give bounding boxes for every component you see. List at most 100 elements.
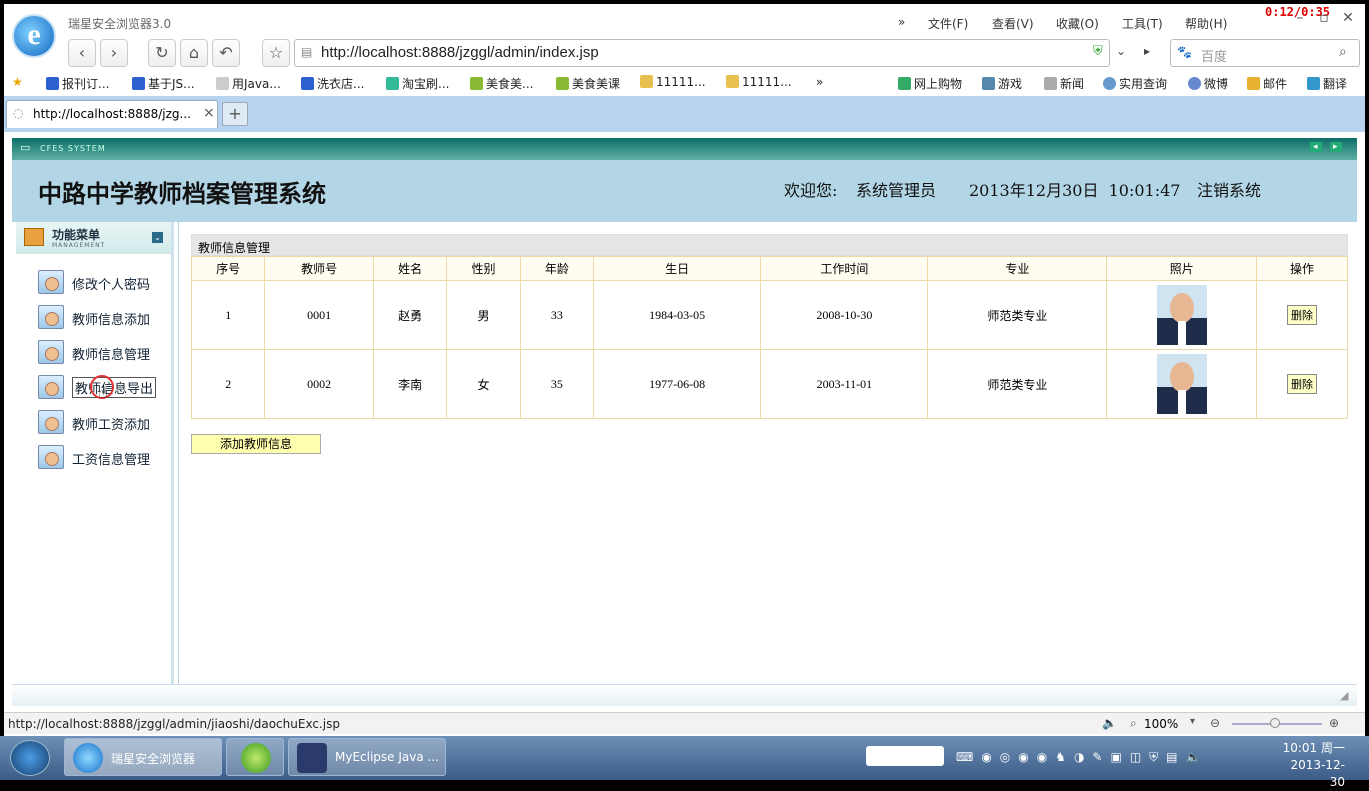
system-tray-icons[interactable]: ⌨◉◎◉◉♞◑✎▣◫⛨▤🔈 <box>956 750 1256 766</box>
navigation-bar: ‹ › ↻ ⌂ ↶ ☆ ▤ http://localhost:8888/jzgg… <box>4 36 1365 70</box>
speaker-icon[interactable]: 🔈 <box>1102 716 1117 730</box>
home-icon[interactable]: ⌂ <box>180 39 208 67</box>
user-card-icon <box>38 270 64 294</box>
collapse-icon[interactable]: ⌄ <box>152 232 163 243</box>
cell-work-date: 2003-11-01 <box>760 349 929 419</box>
paw-icon <box>301 77 314 90</box>
cell-teacher-id: 0001 <box>264 280 374 350</box>
col-name: 姓名 <box>372 256 448 281</box>
game-icon <box>982 77 995 90</box>
bookmark-item[interactable]: 洗衣店... <box>301 75 364 92</box>
favorite-star-icon[interactable]: ☆ <box>262 39 290 67</box>
sidebar-item-teacher-manage[interactable]: 教师信息管理 <box>38 338 168 366</box>
user-card-icon <box>38 375 64 399</box>
cell-age: 33 <box>519 280 595 350</box>
back-icon[interactable]: ‹ <box>68 39 96 67</box>
clock[interactable]: 10:01 周一 2013-12-30 <box>1279 740 1345 791</box>
menu-help[interactable]: 帮助(H) <box>1185 15 1227 32</box>
zoom-slider-thumb[interactable] <box>1270 718 1280 728</box>
scroll-left-icon[interactable]: ◂ <box>1310 142 1322 152</box>
sidebar-header: 功能菜单 MANAGEMENT ⌄ <box>16 222 171 254</box>
user-card-icon <box>38 410 64 434</box>
bookmark-item[interactable]: 美食美课 <box>556 75 620 92</box>
cell-name: 李南 <box>372 349 448 419</box>
zoom-level[interactable]: 100% <box>1144 717 1178 731</box>
bookmark-item[interactable]: 11111... <box>640 75 706 89</box>
bookmark-item[interactable]: 11111... <box>726 75 792 89</box>
refresh-icon[interactable]: ↻ <box>148 39 176 67</box>
scroll-right-icon[interactable]: ▸ <box>1330 142 1342 152</box>
favorites-star-icon[interactable]: ★ <box>12 75 23 89</box>
maximize-icon[interactable]: ▫ <box>1314 10 1334 26</box>
browser-icon <box>73 743 103 773</box>
go-icon[interactable]: ▸ <box>1144 44 1150 58</box>
bookmark-mail[interactable]: 邮件 <box>1247 75 1287 92</box>
table-row: 1 0001 赵勇 男 33 1984-03-05 2008-10-30 师范类… <box>190 280 1348 350</box>
bookmark-item[interactable]: 报刊订... <box>46 75 109 92</box>
sidebar-item-salary-add[interactable]: 教师工资添加 <box>38 408 168 436</box>
undo-icon[interactable]: ↶ <box>212 39 240 67</box>
new-tab-button[interactable]: + <box>222 102 248 126</box>
menu-tools[interactable]: 工具(T) <box>1122 15 1163 32</box>
menu-favorites[interactable]: 收藏(O) <box>1056 15 1099 32</box>
zoom-dropdown-icon[interactable]: ▾ <box>1190 716 1195 727</box>
bookmarks-bar: ★ 报刊订... 基于JS... 用Java... 洗衣店... 淘宝刷... … <box>4 70 1365 96</box>
zoom-icon[interactable]: ⌕ <box>1130 716 1137 731</box>
zoom-in-icon[interactable]: ⊕ <box>1329 716 1339 730</box>
bookmarks-more[interactable]: » <box>816 75 823 89</box>
bookmark-games[interactable]: 游戏 <box>982 75 1022 92</box>
dropdown-icon[interactable]: ⌄ <box>1116 44 1126 58</box>
current-user: 系统管理员 <box>856 181 937 200</box>
logout-link[interactable]: 注销系统 <box>1197 177 1261 201</box>
bookmark-item[interactable]: 美食美... <box>470 75 533 92</box>
search-box[interactable]: 🐾 百度 ⌕ <box>1170 39 1360 67</box>
page-title: 中路中学教师档案管理系统 <box>38 179 326 208</box>
sidebar-item-salary-manage[interactable]: 工资信息管理 <box>38 443 168 471</box>
baidu-icon: 🐾 <box>1177 45 1192 59</box>
sidebar-title: 功能菜单 <box>52 228 101 242</box>
task-myeclipse[interactable]: MyEclipse Java ... <box>288 738 446 776</box>
bookmark-weibo[interactable]: 微博 <box>1188 75 1228 92</box>
add-teacher-button[interactable]: 添加教师信息 <box>191 434 321 454</box>
page-footer: ◢ <box>12 684 1357 706</box>
paw-icon <box>46 77 59 90</box>
search-placeholder: 百度 <box>1201 50 1228 65</box>
search-icon[interactable]: ⌕ <box>1339 44 1347 60</box>
bookmark-translate[interactable]: 翻译 <box>1307 75 1347 92</box>
app-title: 瑞星安全浏览器3.0 <box>68 17 172 31</box>
bookmark-query[interactable]: 实用查询 <box>1103 75 1167 92</box>
banner-text: CFES SYSTEM <box>40 144 106 153</box>
sidebar-item-teacher-add[interactable]: 教师信息添加 <box>38 303 168 331</box>
tab-close-icon[interactable]: × <box>203 105 215 121</box>
menu-view[interactable]: 查看(V) <box>992 15 1034 32</box>
bookmark-item[interactable]: 用Java... <box>216 75 281 92</box>
menu-overflow[interactable]: » <box>898 15 905 29</box>
bookmark-item[interactable]: 基于JS... <box>132 75 195 92</box>
forward-icon[interactable]: › <box>100 39 128 67</box>
close-icon[interactable]: ✕ <box>1338 10 1358 26</box>
sidebar-item-change-password[interactable]: 修改个人密码 <box>38 268 168 296</box>
bookmark-shopping[interactable]: 网上购物 <box>898 75 962 92</box>
minimize-icon[interactable]: – <box>1290 10 1310 26</box>
col-gender: 性别 <box>446 256 521 281</box>
task-app[interactable] <box>226 738 284 776</box>
delete-button[interactable]: 删除 <box>1287 305 1317 325</box>
tab-bar: ◌ http://localhost:8888/jzg... × + <box>4 96 1365 132</box>
resize-grip-icon[interactable]: ◢ <box>1340 689 1348 702</box>
bookmark-item[interactable]: 淘宝刷... <box>386 75 449 92</box>
tab-active[interactable]: ◌ http://localhost:8888/jzg... × <box>6 100 218 128</box>
col-work-date: 工作时间 <box>760 256 929 281</box>
bookmark-news[interactable]: 新闻 <box>1044 75 1084 92</box>
weibo-icon <box>1188 77 1201 90</box>
tray-search-box[interactable] <box>866 746 944 766</box>
delete-button[interactable]: 删除 <box>1287 374 1317 394</box>
cell-work-date: 2008-10-30 <box>760 280 929 350</box>
task-browser[interactable]: 瑞星安全浏览器 <box>64 738 222 776</box>
sidebar-item-teacher-export[interactable]: 教师信息导出 ☝ <box>38 373 168 402</box>
cart-icon <box>898 77 911 90</box>
address-bar[interactable]: ▤ http://localhost:8888/jzggl/admin/inde… <box>294 39 1110 67</box>
zoom-out-icon[interactable]: ⊖ <box>1210 716 1220 730</box>
menu-file[interactable]: 文件(F) <box>928 15 968 32</box>
start-button[interactable] <box>10 740 50 776</box>
user-card-icon <box>38 340 64 364</box>
